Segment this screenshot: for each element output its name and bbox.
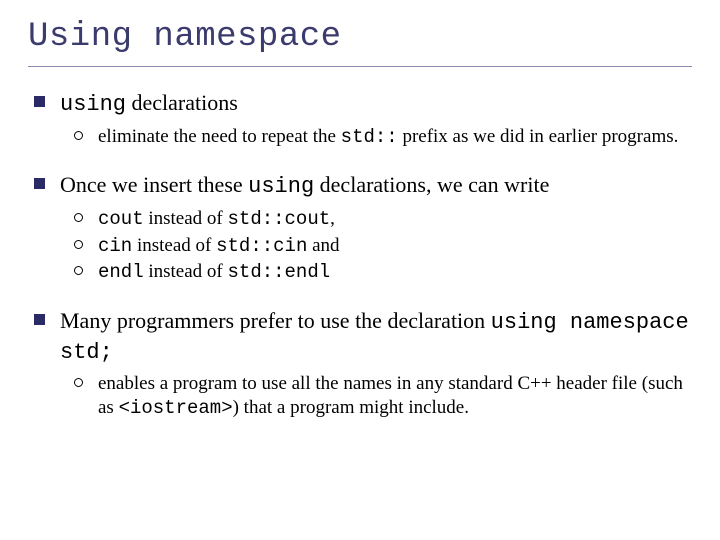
body-text: instead of: [144, 208, 228, 229]
slide: Using namespace using declarations elimin…: [0, 0, 720, 540]
bullet-item: Once we insert these using declarations,…: [30, 171, 692, 285]
body-text: Many programmers prefer to use the decla…: [60, 308, 491, 333]
body-text: prefix as we did in earlier programs.: [398, 126, 679, 147]
sub-bullet-item: cin instead of std::cin and: [70, 234, 692, 259]
code-text: cout: [98, 208, 144, 230]
body-text: ) that a program might include.: [233, 397, 469, 418]
bullet-item: using declarations eliminate the need to …: [30, 89, 692, 149]
sub-bullet-list: cout instead of std::cout,cin instead of…: [60, 207, 692, 285]
code-text: <iostream>: [119, 397, 233, 419]
code-text: std::: [341, 126, 398, 148]
code-text: using: [60, 92, 126, 117]
body-text: instead of: [132, 235, 216, 256]
body-text: instead of: [144, 261, 228, 282]
bullet-item: Many programmers prefer to use the decla…: [30, 307, 692, 421]
sub-bullet-item: cout instead of std::cout,: [70, 207, 692, 232]
code-text: endl: [98, 261, 144, 283]
sub-bullet-item: endl instead of std::endl: [70, 260, 692, 285]
body-text: and: [307, 235, 339, 256]
body-text: ,: [330, 208, 335, 229]
sub-bullet-item: enables a program to use all the names i…: [70, 372, 692, 421]
body-text: declarations: [126, 90, 238, 115]
body-text: declarations, we can write: [314, 172, 549, 197]
bullet-text: Many programmers prefer to use the decla…: [60, 307, 692, 366]
sub-bullet-list: enables a program to use all the names i…: [60, 372, 692, 421]
code-text: std::endl: [228, 261, 331, 283]
code-text: using: [248, 174, 314, 199]
bullet-text: using declarations: [60, 89, 692, 119]
sub-bullet-list: eliminate the need to repeat the std:: p…: [60, 125, 692, 150]
body-text: eliminate the need to repeat the: [98, 126, 341, 147]
sub-bullet-item: eliminate the need to repeat the std:: p…: [70, 125, 692, 150]
slide-title: Using namespace: [28, 18, 692, 67]
code-text: cin: [98, 235, 132, 257]
code-text: std::cout: [228, 208, 331, 230]
code-text: std::cin: [216, 235, 307, 257]
bullet-text: Once we insert these using declarations,…: [60, 171, 692, 201]
body-text: Once we insert these: [60, 172, 248, 197]
bullet-list: using declarations eliminate the need to …: [28, 89, 692, 421]
